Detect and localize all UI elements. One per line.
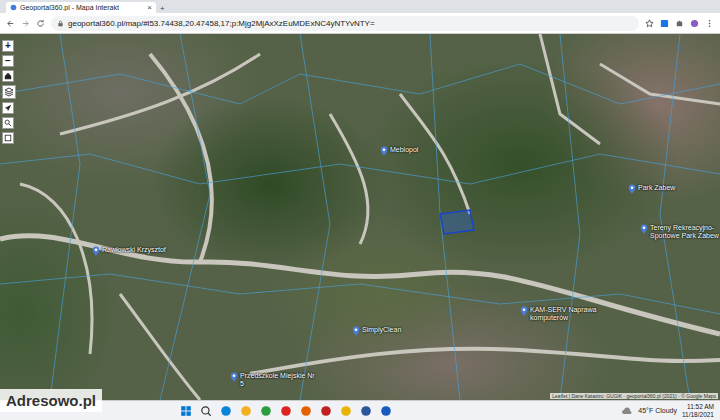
address-row: geoportal360.pl/map/#l53.74438,20.47458,… [0, 13, 720, 34]
pin-icon [380, 146, 388, 156]
watermark: Adresowo.pl [0, 389, 102, 412]
profile-icon[interactable] [690, 19, 699, 28]
extension-icon[interactable] [660, 19, 669, 28]
app-icon[interactable] [360, 405, 372, 417]
taskbar-apps [180, 405, 392, 417]
address-bar[interactable]: geoportal360.pl/map/#l53.74438,20.47458,… [51, 16, 639, 31]
satellite-image [0, 34, 720, 400]
new-tab-button[interactable]: + [160, 5, 165, 13]
tab-close-button[interactable]: × [147, 4, 152, 12]
star-icon[interactable] [645, 19, 654, 28]
zoom-out-button[interactable]: − [2, 55, 14, 67]
app-icon[interactable] [220, 405, 232, 417]
pin-icon [92, 246, 100, 256]
app-icon[interactable] [380, 405, 392, 417]
menu-icon[interactable] [705, 19, 714, 28]
map-pin[interactable]: KAM-SERV Naprawa komputerów [520, 306, 610, 322]
system-tray: 45°F Cloudy 11:52 AM 11/18/2021 [621, 403, 714, 418]
app-icon[interactable] [320, 405, 332, 417]
tab-title: Geoportal360.pl - Mapa Interakt [20, 4, 144, 11]
cloud-icon [621, 407, 633, 415]
pin-icon [352, 326, 360, 336]
fullscreen-icon[interactable] [2, 132, 14, 144]
app-icon[interactable] [280, 405, 292, 417]
home-icon[interactable] [2, 70, 14, 82]
search-icon[interactable] [2, 117, 14, 129]
windows-start-icon[interactable] [180, 405, 192, 417]
cadastral-overlay [0, 34, 720, 400]
url-text: geoportal360.pl/map/#l53.74438,20.47458,… [68, 19, 375, 28]
selected-parcel[interactable] [440, 210, 474, 234]
site-icon [10, 4, 17, 11]
map-pin[interactable]: SimplyClean [352, 326, 401, 336]
map-pin[interactable]: Tereny Rekreacyjno-Sportowe Park Zabew [640, 224, 720, 240]
tab-strip: Geoportal360.pl - Mapa Interakt × + [0, 0, 720, 13]
pin-label: Park Zabew [638, 184, 675, 192]
map-controls: + − [2, 40, 16, 144]
lock-icon [57, 20, 64, 27]
pin-label: KAM-SERV Naprawa komputerów [530, 306, 610, 322]
pin-icon [640, 224, 648, 234]
app-icon[interactable] [240, 405, 252, 417]
location-icon[interactable] [2, 102, 14, 114]
search-icon[interactable] [200, 405, 212, 417]
taskbar: 45°F Cloudy 11:52 AM 11/18/2021 [0, 400, 720, 420]
map-pin[interactable]: Meblopol [380, 146, 418, 156]
clock-date: 11/18/2021 [682, 411, 714, 418]
clock[interactable]: 11:52 AM 11/18/2021 [682, 403, 714, 418]
pin-icon [628, 184, 636, 194]
pin-label: Meblopol [390, 146, 418, 154]
app-icon[interactable] [260, 405, 272, 417]
map-pin[interactable]: Rawłowski Krzysztof [92, 246, 166, 256]
weather-text: 45°F Cloudy [638, 407, 677, 414]
extensions-puzzle-icon[interactable] [675, 19, 684, 28]
reload-icon[interactable] [36, 19, 45, 28]
map-pin[interactable]: Przedszkole Miejskie Nr 5 [230, 372, 320, 388]
layers-icon[interactable] [2, 85, 16, 99]
app-icon[interactable] [340, 405, 352, 417]
pin-label: Rawłowski Krzysztof [102, 246, 166, 254]
pin-icon [230, 372, 238, 382]
screen: Geoportal360.pl - Mapa Interakt × + geop… [0, 0, 720, 420]
map-pin[interactable]: Park Zabew [628, 184, 675, 194]
pin-icon [520, 306, 528, 316]
app-icon[interactable] [300, 405, 312, 417]
back-icon[interactable] [6, 19, 15, 28]
clock-time: 11:52 AM [687, 403, 714, 410]
pin-label: SimplyClean [362, 326, 401, 334]
pin-label: Przedszkole Miejskie Nr 5 [240, 372, 320, 388]
map[interactable]: Rawłowski Krzysztof Meblopol SimplyClean… [0, 34, 720, 400]
browser-tab[interactable]: Geoportal360.pl - Mapa Interakt × [6, 2, 156, 13]
forward-icon[interactable] [21, 19, 30, 28]
map-attribution: Leaflet | Dane Katastru: GUGiK · geoport… [550, 393, 718, 399]
pin-label: Tereny Rekreacyjno-Sportowe Park Zabew [650, 224, 720, 240]
zoom-in-button[interactable]: + [2, 40, 14, 52]
